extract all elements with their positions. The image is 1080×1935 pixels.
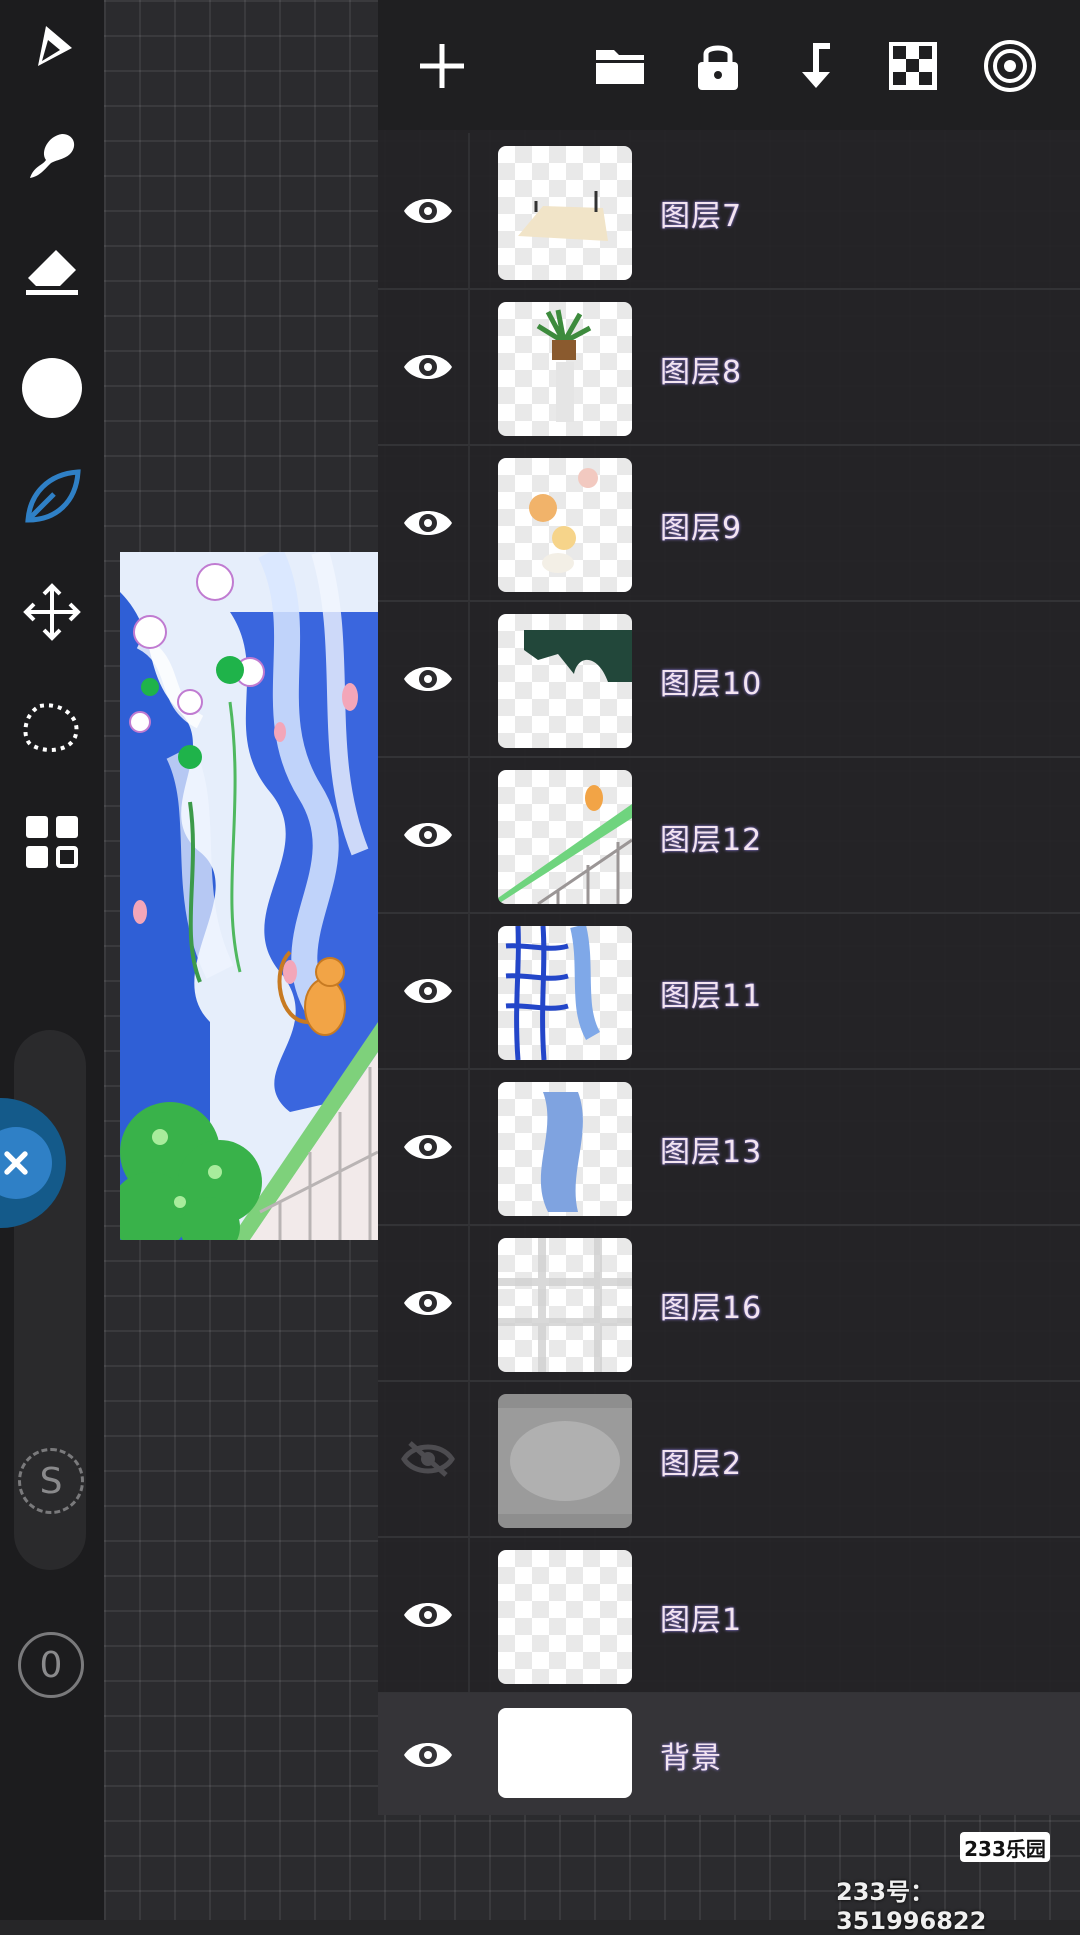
visibility-eye-icon[interactable]: [398, 1273, 458, 1333]
visibility-eye-icon[interactable]: [398, 649, 458, 709]
merge-down-icon[interactable]: [786, 36, 846, 96]
size-label: S: [39, 1460, 63, 1502]
layer-thumbnail: [498, 1550, 632, 1684]
layer-thumbnail: [498, 458, 632, 592]
visibility-eye-icon[interactable]: [398, 961, 458, 1021]
tool-sidebar: S 0: [0, 0, 104, 1920]
watermark-logo: 233乐园: [960, 1832, 1050, 1862]
layer-thumbnail: [498, 302, 632, 436]
layer-name: 图层8: [660, 355, 743, 390]
visibility-eye-icon[interactable]: [398, 1585, 458, 1645]
leaf-brush-icon[interactable]: [18, 462, 86, 530]
layer-row[interactable]: 图层1: [378, 1537, 1080, 1694]
target-icon[interactable]: [980, 36, 1040, 96]
visibility-eye-icon[interactable]: [398, 181, 458, 241]
opacity-button[interactable]: 0: [18, 1632, 84, 1698]
layer-row[interactable]: 图层9: [378, 445, 1080, 602]
smudge-icon[interactable]: [18, 120, 86, 188]
watermark-id: 233号：351996822: [836, 1878, 987, 1935]
layer-name: 图层7: [660, 199, 743, 234]
eraser-icon[interactable]: [18, 236, 86, 304]
lasso-select-icon[interactable]: [18, 694, 86, 762]
opacity-value: 0: [39, 1644, 63, 1686]
visibility-eye-icon[interactable]: [398, 1725, 458, 1785]
pencil-icon[interactable]: [18, 12, 86, 80]
layer-name: 背景: [660, 1741, 722, 1776]
layer-name: 图层13: [660, 1135, 763, 1170]
layer-row[interactable]: 图层2: [378, 1381, 1080, 1538]
artwork-canvas[interactable]: [120, 552, 378, 1240]
layer-thumbnail: [498, 1708, 632, 1798]
visibility-eye-icon[interactable]: [398, 337, 458, 397]
layer-panel: 图层7 图层8 图层9 图层10 图层12 图层11 图层13 图层16 图层2…: [378, 0, 1080, 1815]
visibility-hidden-icon[interactable]: [398, 1429, 458, 1489]
add-layer-icon[interactable]: [412, 36, 472, 96]
layer-row[interactable]: 图层10: [378, 601, 1080, 758]
layer-panel-header: [378, 0, 1080, 130]
layer-thumbnail: [498, 926, 632, 1060]
move-icon[interactable]: [18, 578, 86, 646]
layer-thumbnail: [498, 770, 632, 904]
visibility-eye-icon[interactable]: [398, 1117, 458, 1177]
layer-name: 图层11: [660, 979, 763, 1014]
layer-row[interactable]: 图层8: [378, 289, 1080, 446]
layer-name: 图层9: [660, 511, 743, 546]
visibility-eye-icon[interactable]: [398, 805, 458, 865]
layer-row[interactable]: 图层11: [378, 913, 1080, 1070]
layer-thumbnail: [498, 614, 632, 748]
layer-row[interactable]: 图层12: [378, 757, 1080, 914]
size-button[interactable]: S: [18, 1448, 84, 1514]
layer-thumbnail: [498, 1394, 632, 1528]
layer-thumbnail: [498, 146, 632, 280]
layer-name: 图层2: [660, 1447, 743, 1482]
layer-thumbnail: [498, 1082, 632, 1216]
lock-icon[interactable]: [688, 36, 748, 96]
close-icon[interactable]: [0, 1127, 52, 1199]
layer-row[interactable]: 图层13: [378, 1069, 1080, 1226]
transparency-icon[interactable]: [883, 36, 943, 96]
background-layer-row[interactable]: 背景: [378, 1693, 1080, 1815]
layer-name: 图层1: [660, 1603, 743, 1638]
folder-icon[interactable]: [590, 36, 650, 96]
layer-name: 图层10: [660, 667, 763, 702]
layer-row[interactable]: 图层7: [378, 133, 1080, 290]
visibility-eye-icon[interactable]: [398, 493, 458, 553]
gallery-icon[interactable]: [18, 808, 86, 876]
layer-thumbnail: [498, 1238, 632, 1372]
color-swatch[interactable]: [18, 354, 86, 422]
layer-name: 图层12: [660, 823, 763, 858]
layer-name: 图层16: [660, 1291, 763, 1326]
layer-row[interactable]: 图层16: [378, 1225, 1080, 1382]
